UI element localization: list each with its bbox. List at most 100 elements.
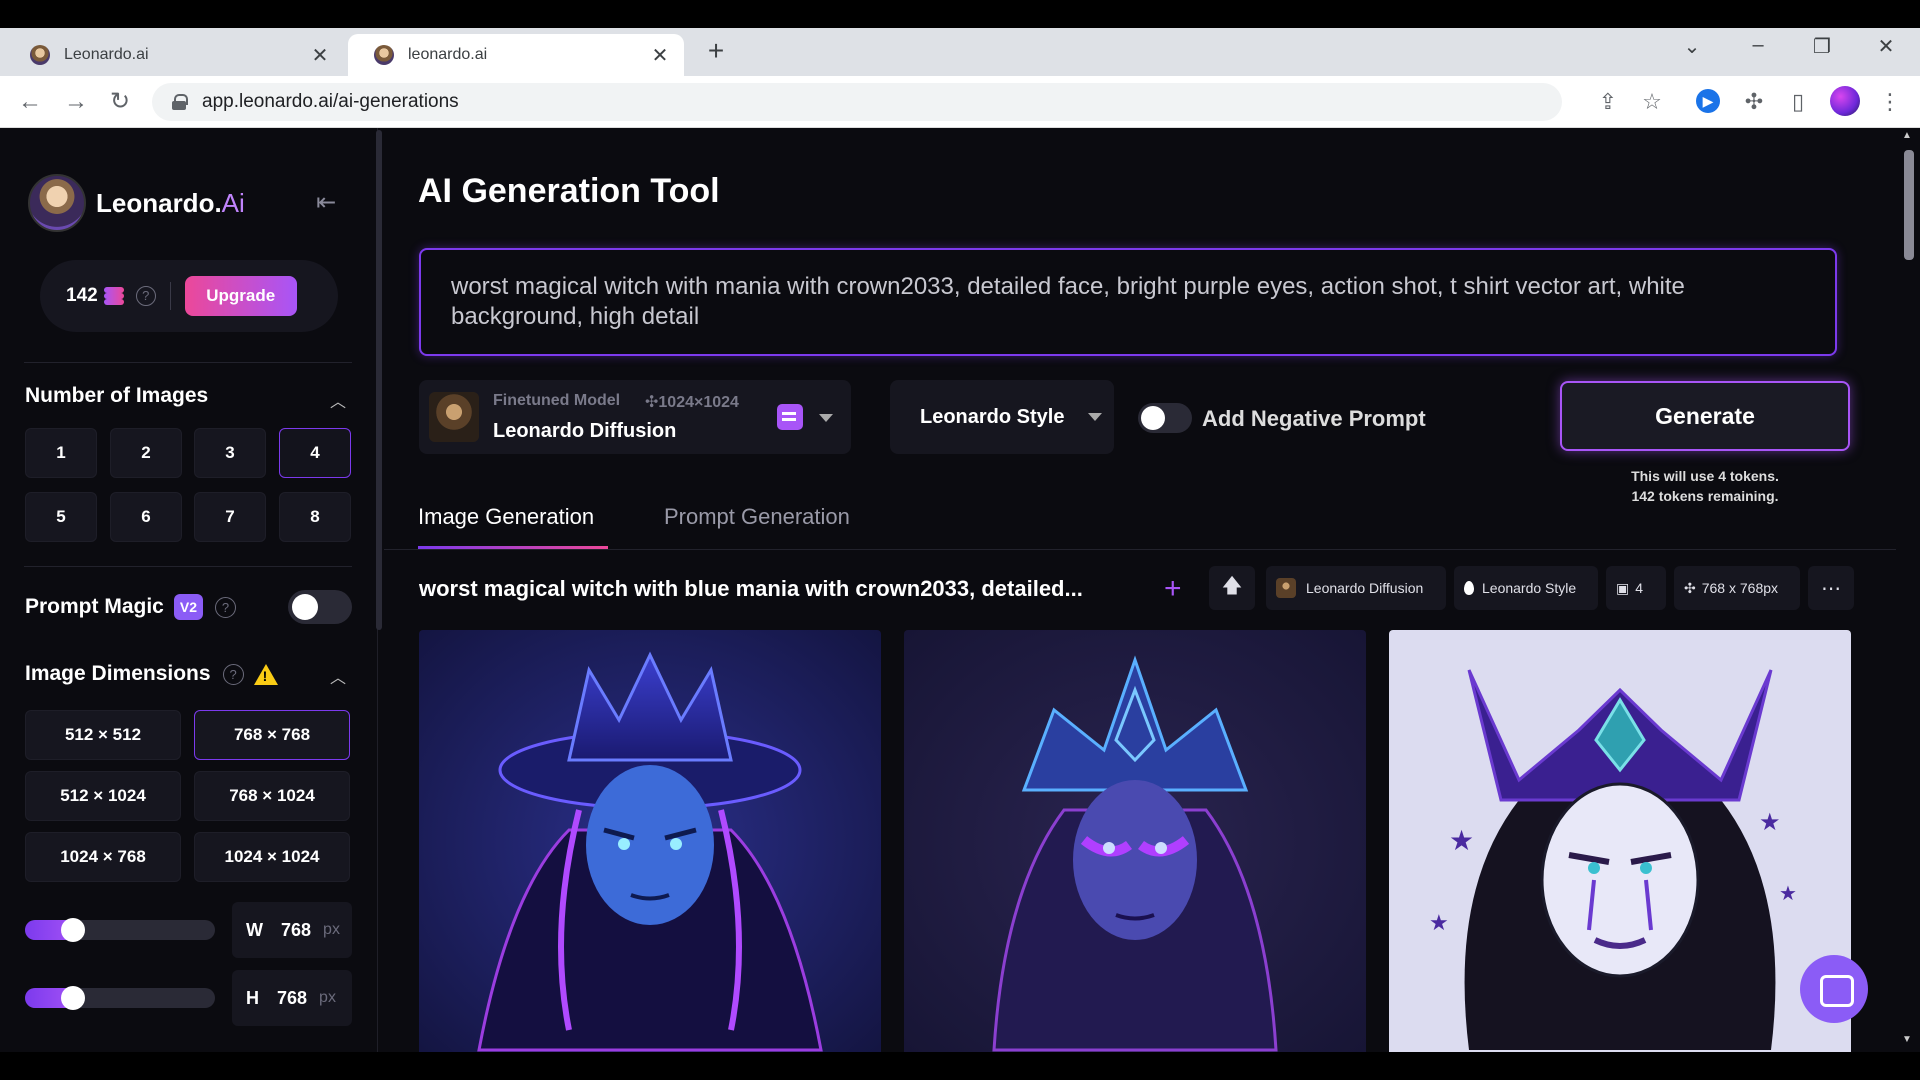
sidepanel-icon[interactable]: ▯ [1784,88,1812,116]
collapse-sidebar-icon[interactable]: ⇤ [316,188,336,217]
prompt-input[interactable]: worst magical witch with mania with crow… [419,248,1837,356]
image-count-8[interactable]: 8 [279,492,351,542]
restore-icon[interactable]: ❐ [1802,34,1842,59]
chevron-up-icon[interactable]: ︿ [330,664,346,688]
dimension-1024x1024[interactable]: 1024 × 1024 [194,832,350,882]
favicon-icon [374,45,394,65]
height-unit: px [319,989,336,1006]
svg-text:★: ★ [1779,883,1797,905]
browser-tab-1[interactable]: Leonardo.ai ✕ [4,34,344,76]
width-value: 768 [281,919,312,940]
tab-title: Leonardo.ai [64,46,149,63]
window-close-icon[interactable]: ✕ [1866,34,1906,59]
height-slider[interactable] [25,986,215,1010]
dimension-768x1024[interactable]: 768 × 1024 [194,771,350,821]
minimize-icon[interactable]: – [1738,34,1778,57]
coin-stack-icon [103,287,124,305]
favicon-icon [30,45,50,65]
extension-icon[interactable]: ▶ [1696,89,1720,113]
width-slider[interactable] [25,918,215,942]
image-count-5[interactable]: 5 [25,492,97,542]
window-top-bar [0,0,1920,28]
image-count-6[interactable]: 6 [110,492,182,542]
lock-icon [172,94,188,110]
tab-prompt-generation[interactable]: Prompt Generation [664,504,850,530]
help-icon[interactable]: ? [135,286,156,306]
url-text: app.leonardo.ai/ai-generations [202,91,459,112]
model-selector[interactable]: Finetuned Model ✣1024×1024 Leonardo Diff… [419,380,851,454]
dimension-512x512[interactable]: 512 × 512 [25,710,181,760]
more-options-button[interactable]: ⋯ [1808,566,1854,610]
profile-avatar[interactable] [1830,86,1860,116]
close-icon[interactable]: ✕ [650,43,670,68]
generated-image-1[interactable] [419,630,881,1052]
upgrade-button[interactable]: Upgrade [184,276,297,316]
model-size: ✣1024×1024 [645,394,739,411]
page-scrollbar[interactable]: ▲ ▼ [1896,128,1920,1052]
dimension-1024x768[interactable]: 1024 × 768 [25,832,181,882]
height-value: 768 [277,987,308,1008]
generated-image-2[interactable] [904,630,1366,1052]
chat-support-icon[interactable] [1800,955,1868,1023]
version-badge: V2 [173,594,203,620]
generate-button[interactable]: Generate [1560,381,1850,451]
dimension-768x768[interactable]: 768 × 768 [194,710,350,760]
prompt-magic-toggle[interactable] [288,590,352,624]
browser-tab-2[interactable]: leonardo.ai ✕ [348,34,684,76]
chevron-up-icon[interactable]: ︿ [330,388,346,412]
brand-logo[interactable]: Leonardo.Ai [28,174,245,232]
move-icon: ✣ [1684,579,1696,596]
slider-handle[interactable] [61,918,85,942]
generation-prompt: worst magical witch with blue mania with… [419,576,1083,601]
back-arrow-icon[interactable]: ← [16,88,44,116]
main-panel: AI Generation Tool worst magical witch w… [384,128,1896,1052]
active-tab-indicator [418,546,608,549]
url-input[interactable]: app.leonardo.ai/ai-generations [152,83,1562,121]
model-type: Finetuned Model [493,392,621,409]
new-tab-icon[interactable]: + [700,36,732,66]
forward-arrow-icon[interactable]: → [62,88,90,116]
generated-image-3[interactable]: ★ ★ ★ ★ [1389,630,1851,1052]
reload-icon[interactable]: ↻ [106,88,134,116]
scroll-up-icon[interactable]: ▲ [1902,130,1912,141]
chevron-down-icon[interactable] [1088,413,1102,421]
star-icon[interactable]: ☆ [1638,88,1666,116]
image-count-1[interactable]: 1 [25,428,97,478]
svg-text:★: ★ [1449,825,1474,856]
scrollbar-thumb[interactable] [1904,150,1914,260]
token-count: 142 [66,285,98,306]
help-icon[interactable]: ? [214,596,236,618]
reuse-prompt-button[interactable]: 🡅 [1209,566,1255,610]
number-of-images-title: Number of Images [25,384,209,407]
width-input[interactable]: W 768 px [232,902,352,958]
height-input[interactable]: H 768 px [232,970,352,1026]
model-thumbnail [1276,578,1296,598]
kebab-menu-icon[interactable]: ⋮ [1876,88,1904,116]
sidebar-scrollbar[interactable] [376,130,382,630]
image-count-7[interactable]: 7 [194,492,266,542]
negative-prompt-toggle[interactable] [1138,403,1192,433]
plus-icon[interactable]: + [1164,572,1182,606]
image-dimensions-title: Image Dimensions ? [25,662,278,686]
help-icon[interactable]: ? [222,663,244,685]
style-selector[interactable]: Leonardo Style [890,380,1114,454]
image-count-2[interactable]: 2 [110,428,182,478]
tab-title: leonardo.ai [408,46,488,63]
puzzle-icon[interactable]: ✣ [1740,88,1768,116]
dimension-512x1024[interactable]: 512 × 1024 [25,771,181,821]
app-root: Leonardo.Ai ⇤ 142 ? Upgrade Number of Im… [0,128,1920,1052]
model-details-icon[interactable] [777,404,803,430]
tab-image-generation[interactable]: Image Generation [418,504,594,530]
tab-bar: Image Generation Prompt Generation [384,494,1896,550]
slider-handle[interactable] [61,986,85,1010]
share-icon[interactable]: ⇪ [1594,88,1622,116]
image-count-3[interactable]: 3 [194,428,266,478]
chevron-down-icon[interactable] [819,414,833,422]
page-title: AI Generation Tool [418,172,720,210]
tab-search-icon[interactable]: ⌄ [1672,34,1712,59]
image-count-4[interactable]: 4 [279,428,351,478]
height-label: H [246,987,259,1008]
scroll-down-icon[interactable]: ▼ [1902,1034,1912,1045]
divider [24,362,352,363]
close-icon[interactable]: ✕ [310,43,330,68]
